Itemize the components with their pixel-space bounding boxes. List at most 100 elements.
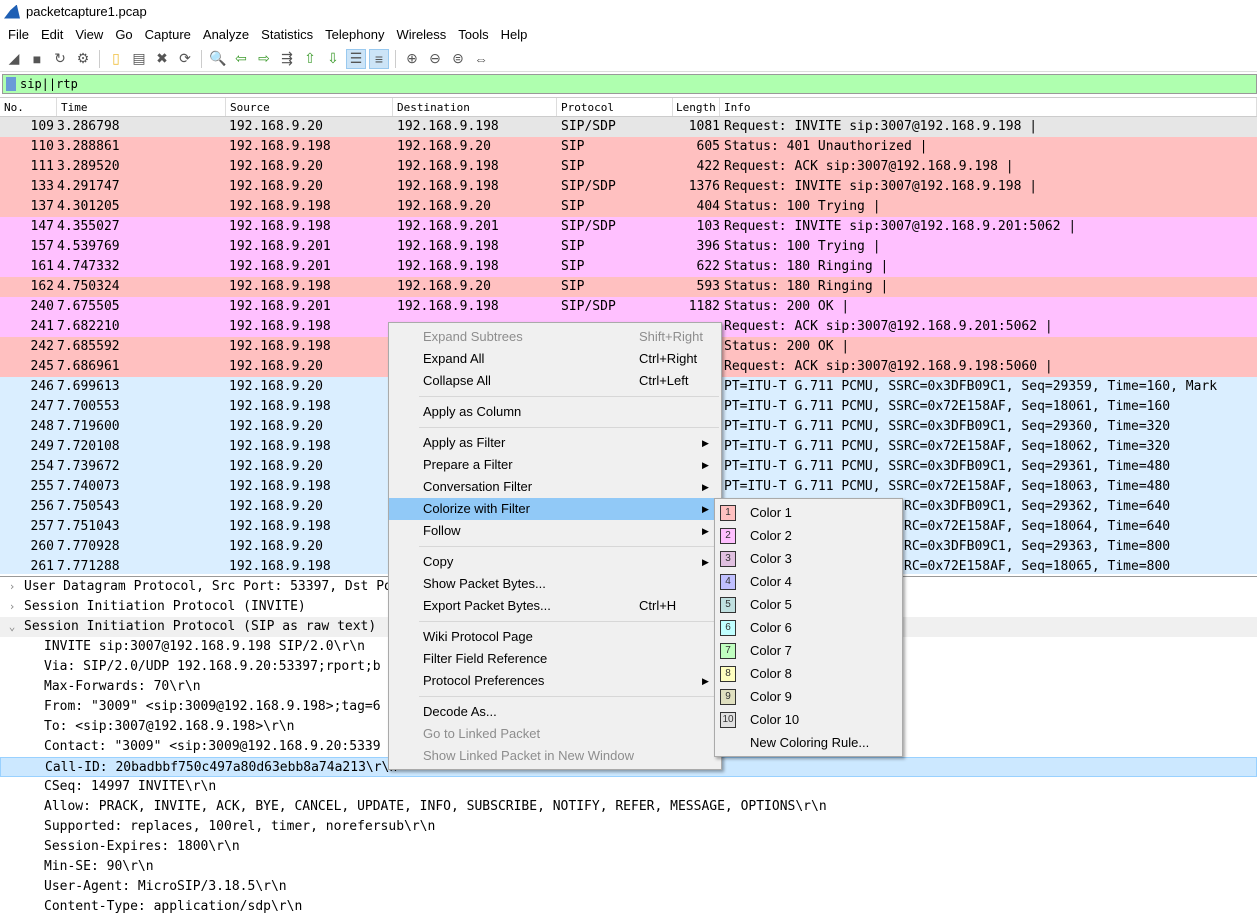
colorize-item-label: Color 5 [750, 597, 792, 612]
packet-src: 192.168.9.201 [229, 259, 331, 274]
menu-item-expand-all[interactable]: Expand All Ctrl+Right [389, 348, 721, 370]
menu-telephony[interactable]: Telephony [319, 27, 390, 42]
column-header-source[interactable]: Source [226, 98, 393, 116]
packet-row[interactable]: 137 4.301205 192.168.9.198 192.168.9.20 SIP 4… [0, 197, 1257, 217]
menu-file[interactable]: File [2, 27, 35, 42]
forward-icon[interactable]: ⇨ [254, 49, 274, 69]
column-header-time[interactable]: Time [57, 98, 226, 116]
packet-row[interactable]: 110 3.288861 192.168.9.198 192.168.9.20 SIP 6… [0, 137, 1257, 157]
detail-line[interactable]: Content-Type: application/sdp\r\n [0, 897, 1257, 916]
new-coloring-rule-label: New Coloring Rule... [750, 735, 870, 750]
menu-item-wiki-protocol-page[interactable]: Wiki Protocol Page [389, 626, 721, 648]
new-coloring-rule[interactable]: New Coloring Rule... [715, 731, 902, 754]
menu-wireless[interactable]: Wireless [390, 27, 452, 42]
colorize-item-3[interactable]: 3 Color 3 [715, 547, 902, 570]
detail-line[interactable]: Min-SE: 90\r\n [0, 857, 1257, 877]
save-icon[interactable]: ▤ [129, 49, 149, 69]
packet-time: 3.288861 [57, 139, 120, 154]
packet-proto: SIP [561, 259, 585, 274]
packet-no: 137 [30, 199, 54, 214]
packet-row[interactable]: 109 3.286798 192.168.9.20 192.168.9.198 SIP/… [0, 117, 1257, 137]
packet-row[interactable]: 111 3.289520 192.168.9.20 192.168.9.198 SIP 4… [0, 157, 1257, 177]
colorize-item-8[interactable]: 8 Color 8 [715, 662, 902, 685]
zoom-normal-icon[interactable]: ⊜ [448, 49, 468, 69]
colorize-icon[interactable]: ≡ [369, 48, 389, 69]
menu-item-decode-as[interactable]: Decode As... [389, 701, 721, 723]
back-icon[interactable]: ⇦ [231, 49, 251, 69]
shark-fin-start-icon[interactable]: ◢ [4, 49, 24, 69]
menu-item-apply-as-column[interactable]: Apply as Column [389, 401, 721, 423]
chevron-down-icon[interactable]: ⌄ [0, 617, 24, 637]
colorize-item-6[interactable]: 6 Color 6 [715, 616, 902, 639]
reload-icon[interactable]: ⟳ [175, 49, 195, 69]
menu-capture[interactable]: Capture [139, 27, 197, 42]
colorize-item-4[interactable]: 4 Color 4 [715, 570, 902, 593]
packet-row[interactable]: 240 7.675505 192.168.9.201 192.168.9.198 SIP… [0, 297, 1257, 317]
packet-src: 192.168.9.201 [229, 239, 331, 254]
bookmark-icon[interactable] [6, 77, 16, 91]
packet-row[interactable]: 133 4.291747 192.168.9.20 192.168.9.198 SIP/… [0, 177, 1257, 197]
colorize-item-5[interactable]: 5 Color 5 [715, 593, 902, 616]
packet-no: 147 [30, 219, 54, 234]
chevron-right-icon[interactable]: › [0, 577, 24, 597]
detail-line[interactable]: Supported: replaces, 100rel, timer, nore… [0, 817, 1257, 837]
packet-info: Status: 180 Ringing | [724, 279, 889, 294]
packet-len: 1376 [688, 179, 720, 194]
column-header-destination[interactable]: Destination [393, 98, 557, 116]
colorize-item-2[interactable]: 2 Color 2 [715, 524, 902, 547]
menu-help[interactable]: Help [495, 27, 534, 42]
stop-icon[interactable]: ■ [27, 49, 47, 69]
colorize-submenu: 1 Color 1 2 Color 2 3 Color 3 4 Color 4 5 Color 5… [714, 498, 903, 757]
menu-view[interactable]: View [69, 27, 109, 42]
column-header-info[interactable]: Info [720, 98, 1257, 116]
column-header-protocol[interactable]: Protocol [557, 98, 673, 116]
resize-columns-icon[interactable]: ⇔ [471, 49, 491, 69]
packet-row[interactable]: 157 4.539769 192.168.9.201 192.168.9.198 SIP… [0, 237, 1257, 257]
detail-line[interactable]: CSeq: 14997 INVITE\r\n [0, 777, 1257, 797]
first-icon[interactable]: ⇧ [300, 49, 320, 69]
menu-item-colorize-with-filter[interactable]: Colorize with Filter ▶ [389, 498, 721, 520]
menu-item-apply-as-filter[interactable]: Apply as Filter ▶ [389, 432, 721, 454]
chevron-right-icon[interactable]: › [0, 597, 24, 617]
options-icon[interactable]: ⚙ [73, 49, 93, 69]
menu-item-protocol-preferences[interactable]: Protocol Preferences ▶ [389, 670, 721, 692]
last-icon[interactable]: ⇩ [323, 49, 343, 69]
zoom-out-icon[interactable]: ⊖ [425, 49, 445, 69]
display-filter-bar[interactable]: sip||rtp [2, 74, 1257, 94]
zoom-in-icon[interactable]: ⊕ [402, 49, 422, 69]
menu-edit[interactable]: Edit [35, 27, 69, 42]
menu-item-prepare-a-filter[interactable]: Prepare a Filter ▶ [389, 454, 721, 476]
menu-analyze[interactable]: Analyze [197, 27, 255, 42]
menu-item-collapse-all[interactable]: Collapse All Ctrl+Left [389, 370, 721, 392]
packet-row[interactable]: 162 4.750324 192.168.9.198 192.168.9.20 SIP 5… [0, 277, 1257, 297]
color-swatch-icon: 8 [720, 665, 736, 682]
menu-item-show-packet-bytes[interactable]: Show Packet Bytes... [389, 573, 721, 595]
colorize-item-9[interactable]: 9 Color 9 [715, 685, 902, 708]
detail-line[interactable]: Session-Expires: 1800\r\n [0, 837, 1257, 857]
autoscroll-icon[interactable]: ☰ [346, 48, 366, 69]
menu-statistics[interactable]: Statistics [255, 27, 319, 42]
color-swatch-icon: 1 [720, 504, 736, 521]
packet-row[interactable]: 161 4.747332 192.168.9.201 192.168.9.198 SIP… [0, 257, 1257, 277]
colorize-item-1[interactable]: 1 Color 1 [715, 501, 902, 524]
menu-item-follow[interactable]: Follow ▶ [389, 520, 721, 542]
restart-icon[interactable]: ↻ [50, 49, 70, 69]
column-header-no[interactable]: No. [0, 98, 57, 116]
menu-tools[interactable]: Tools [452, 27, 494, 42]
find-icon[interactable]: 🔍 [208, 49, 228, 69]
packet-row[interactable]: 147 4.355027 192.168.9.198 192.168.9.201 SIP… [0, 217, 1257, 237]
colorize-item-10[interactable]: 10 Color 10 [715, 708, 902, 731]
go-to-icon[interactable]: ⇶ [277, 49, 297, 69]
close-icon[interactable]: ✖ [152, 49, 172, 69]
detail-line[interactable]: User-Agent: MicroSIP/3.18.5\r\n [0, 877, 1257, 897]
menu-go[interactable]: Go [109, 27, 138, 42]
open-icon[interactable]: ▯ [106, 49, 126, 69]
menu-item-export-packet-bytes[interactable]: Export Packet Bytes... Ctrl+H [389, 595, 721, 617]
display-filter-input[interactable]: sip||rtp [20, 77, 78, 91]
menu-item-conversation-filter[interactable]: Conversation Filter ▶ [389, 476, 721, 498]
menu-item-filter-field-reference[interactable]: Filter Field Reference [389, 648, 721, 670]
colorize-item-7[interactable]: 7 Color 7 [715, 639, 902, 662]
column-header-length[interactable]: Length [673, 98, 720, 116]
menu-item-copy[interactable]: Copy ▶ [389, 551, 721, 573]
detail-line[interactable]: Allow: PRACK, INVITE, ACK, BYE, CANCEL, … [0, 797, 1257, 817]
